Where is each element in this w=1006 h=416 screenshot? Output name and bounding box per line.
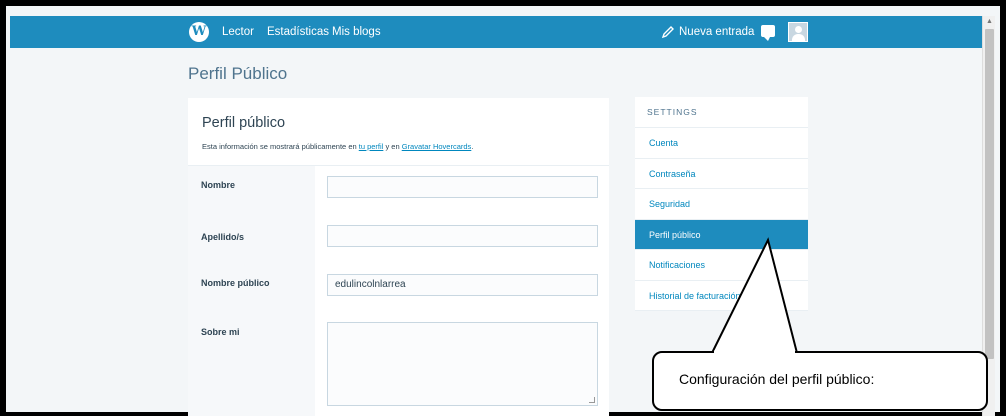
apellido-field[interactable] bbox=[327, 225, 598, 247]
desc-prefix: Esta información se mostrará públicament… bbox=[202, 142, 359, 151]
sidebar-item-perfil-publico[interactable]: Perfil público bbox=[635, 219, 808, 250]
tu-perfil-link[interactable]: tu perfil bbox=[359, 142, 384, 151]
settings-sidebar: SETTINGS Cuenta Contraseña Seguridad Per… bbox=[635, 97, 808, 311]
resize-grip-icon[interactable] bbox=[589, 397, 595, 403]
nombre-publico-select[interactable]: edulincolnlarrea bbox=[327, 274, 598, 296]
nombre-label: Nombre bbox=[201, 180, 236, 190]
nombre-publico-label: Nombre público bbox=[201, 278, 270, 288]
sobre-mi-textarea[interactable] bbox=[327, 322, 598, 406]
annotation-text: Configuración del perfil público: bbox=[679, 371, 875, 387]
gravatar-hovercards-link[interactable]: Gravatar Hovercards bbox=[402, 142, 472, 151]
card-description: Esta información se mostrará públicament… bbox=[202, 142, 473, 151]
sidebar-item-notificaciones[interactable]: Notificaciones bbox=[635, 250, 808, 281]
nav-mis-blogs[interactable]: Mis blogs bbox=[332, 16, 381, 48]
settings-heading: SETTINGS bbox=[635, 97, 808, 128]
pencil-icon bbox=[661, 25, 674, 39]
sidebar-item-contrasena[interactable]: Contraseña bbox=[635, 159, 808, 189]
new-post-button[interactable]: Nueva entrada bbox=[661, 16, 754, 48]
page-title: Perfil Público bbox=[188, 64, 288, 83]
card-title: Perfil público bbox=[202, 115, 286, 131]
notifications-icon[interactable] bbox=[761, 25, 775, 41]
apellido-label: Apellido/s bbox=[201, 232, 245, 242]
wordpress-logo-icon[interactable]: W bbox=[189, 22, 209, 42]
sobre-mi-label: Sobre mi bbox=[201, 327, 240, 337]
new-post-label: Nueva entrada bbox=[679, 26, 755, 38]
card-header: Perfil público Esta información se mostr… bbox=[188, 98, 609, 166]
label-column bbox=[188, 166, 315, 416]
desc-middle: y en bbox=[383, 142, 402, 151]
scroll-up-arrow-icon[interactable]: ▲ bbox=[983, 16, 996, 28]
desc-suffix: . bbox=[471, 142, 474, 151]
nav-estadisticas[interactable]: Estadísticas bbox=[267, 16, 329, 48]
sidebar-item-historial-facturacion[interactable]: Historial de facturación bbox=[635, 281, 808, 311]
annotation-callout: Configuración del perfil público: bbox=[652, 351, 988, 411]
nav-lector[interactable]: Lector bbox=[222, 16, 254, 48]
nombre-field[interactable] bbox=[327, 176, 598, 198]
sidebar-item-cuenta[interactable]: Cuenta bbox=[635, 128, 808, 159]
profile-card: Perfil público Esta información se mostr… bbox=[188, 98, 609, 416]
scroll-thumb[interactable] bbox=[985, 29, 994, 359]
avatar[interactable] bbox=[788, 22, 808, 42]
sidebar-item-seguridad[interactable]: Seguridad bbox=[635, 189, 808, 220]
masterbar: W Lector Estadísticas Mis blogs Nueva en… bbox=[10, 16, 982, 48]
